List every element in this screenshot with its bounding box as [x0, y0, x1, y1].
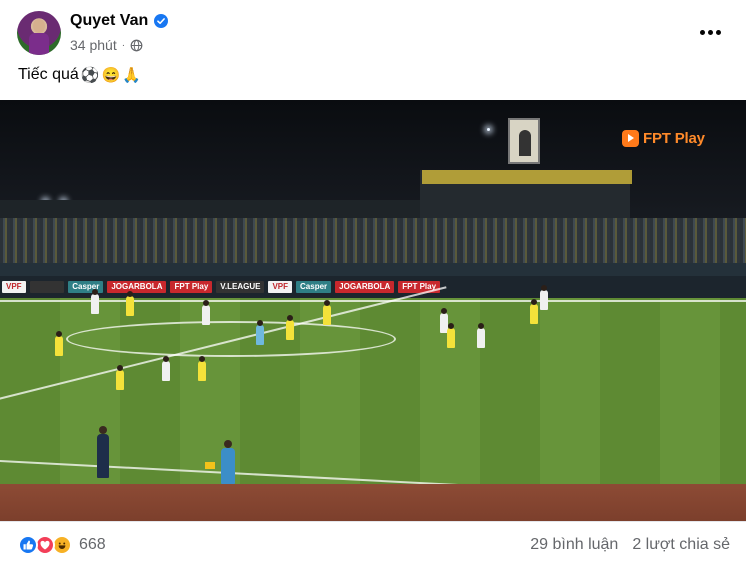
coach-figure — [97, 426, 109, 478]
running-track — [0, 484, 746, 521]
football-pitch — [0, 285, 746, 488]
fpt-play-watermark: FPT Play — [622, 130, 705, 147]
love-reaction-icon — [35, 535, 55, 555]
player — [530, 299, 538, 324]
post-header: Quyet Van 34 phút · — [0, 0, 746, 62]
author-name[interactable]: Quyet Van — [70, 12, 148, 30]
far-touchline — [0, 300, 746, 302]
player — [162, 356, 170, 381]
player — [116, 365, 124, 390]
soccer-ball-emoji: ⚽ — [80, 66, 100, 84]
watermark-text: FPT Play — [643, 130, 705, 147]
player — [198, 356, 206, 381]
stadium-roof — [0, 200, 420, 220]
post-message: Tiếc quá — [18, 66, 79, 83]
assistant-referee — [221, 440, 235, 484]
player — [126, 291, 134, 316]
reaction-count: 668 — [79, 536, 106, 553]
meta-separator: · — [121, 39, 126, 51]
play-logo-icon — [622, 130, 639, 147]
engagement-stats: 29 bình luận 2 lượt chia sẻ — [530, 536, 730, 554]
stand-banner — [422, 170, 632, 184]
ad-board: V.LEAGUE — [216, 281, 265, 293]
reactions-summary[interactable]: 668 — [18, 535, 106, 555]
shares-count-link[interactable]: 2 lượt chia sẻ — [632, 536, 730, 554]
author-row: Quyet Van — [70, 12, 169, 30]
more-horizontal-icon — [699, 29, 705, 35]
post-photo[interactable]: VPF Casper JOGARBOLA FPT Play V.LEAGUE V… — [0, 100, 746, 521]
player — [55, 331, 63, 356]
ad-board — [29, 281, 65, 293]
crowd-stands — [0, 218, 746, 264]
ad-board: JOGARBOLA — [335, 281, 395, 293]
like-reaction-icon — [18, 535, 38, 555]
globe-icon[interactable] — [130, 39, 143, 52]
portrait-board — [508, 118, 540, 164]
player — [540, 285, 548, 310]
grinning-face-emoji: 😄 — [101, 66, 121, 84]
more-options-button[interactable] — [692, 18, 728, 46]
ad-board: VPF — [268, 281, 293, 293]
post-timestamp[interactable]: 34 phút — [70, 37, 117, 53]
post-meta: 34 phút · — [70, 37, 143, 53]
player — [286, 315, 294, 340]
ad-board: Casper — [296, 281, 332, 293]
floodlight — [487, 128, 490, 131]
author-avatar[interactable] — [17, 11, 61, 55]
player — [202, 300, 210, 325]
player — [477, 323, 485, 348]
post-footer: 668 29 bình luận 2 lượt chia sẻ — [0, 521, 746, 568]
haha-reaction-icon — [52, 535, 72, 555]
post-text: Tiếc quá ⚽ 😄 🙏 — [18, 66, 141, 84]
referee — [256, 320, 264, 345]
avatar-shirt — [29, 33, 49, 55]
player — [447, 323, 455, 348]
ad-board: VPF — [2, 281, 26, 293]
player — [91, 289, 99, 314]
comments-count-link[interactable]: 29 bình luận — [530, 536, 618, 554]
upper-ad-row — [0, 263, 746, 276]
ad-board: Casper — [68, 281, 104, 293]
player — [323, 300, 331, 325]
folded-hands-emoji: 🙏 — [122, 66, 141, 84]
ad-board: FPT Play — [170, 281, 213, 293]
flag-icon — [205, 462, 215, 469]
ad-board: JOGARBOLA — [107, 281, 167, 293]
avatar-head — [33, 19, 45, 33]
verified-badge-icon — [154, 14, 169, 28]
ad-boards: VPF Casper JOGARBOLA FPT Play V.LEAGUE V… — [0, 276, 746, 298]
